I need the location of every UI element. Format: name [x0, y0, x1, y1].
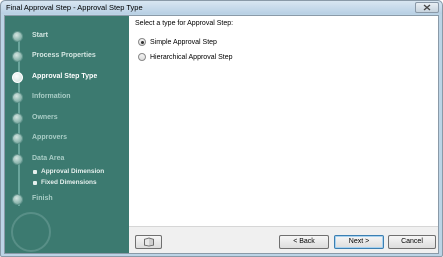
- substep-label: Approval Dimension: [41, 168, 105, 175]
- step-process-properties: Process Properties: [5, 49, 129, 63]
- step-start: Start: [5, 29, 129, 43]
- dialog-body: Start Process Properties Approval Step T…: [4, 15, 439, 254]
- step-data-area: Data Area: [5, 152, 129, 166]
- window-title: Final Approval Step - Approval Step Type: [6, 3, 143, 12]
- step-indicator-icon: [12, 113, 23, 124]
- step-approval-step-type: Approval Step Type: [5, 70, 129, 84]
- step-current-icon: [12, 72, 23, 83]
- book-icon: [143, 237, 154, 247]
- decorative-swirl-icon: [11, 212, 51, 252]
- step-indicator-icon: [12, 51, 23, 62]
- step-label: Information: [32, 93, 71, 100]
- step-label: Owners: [32, 114, 58, 121]
- step-label: Process Properties: [32, 52, 96, 59]
- title-bar: Final Approval Step - Approval Step Type: [1, 1, 442, 14]
- radio-button[interactable]: [138, 38, 146, 46]
- main-content: Select a type for Approval Step: Simple …: [129, 16, 438, 226]
- step-label: Finish: [32, 195, 53, 202]
- step-finish: Finish: [5, 192, 129, 206]
- wizard-steps-panel: Start Process Properties Approval Step T…: [5, 16, 129, 253]
- step-prompt: Select a type for Approval Step:: [135, 20, 234, 27]
- step-indicator-icon: [12, 92, 23, 103]
- step-information: Information: [5, 90, 129, 104]
- help-button[interactable]: [135, 235, 162, 249]
- step-label: Data Area: [32, 155, 65, 162]
- step-label: Start: [32, 32, 48, 39]
- bullet-icon: [33, 170, 37, 174]
- dialog-window: Final Approval Step - Approval Step Type…: [0, 0, 443, 257]
- step-indicator-icon: [12, 31, 23, 42]
- close-button[interactable]: [415, 2, 439, 13]
- substep-approval-dimension: Approval Dimension: [5, 167, 129, 177]
- bullet-icon: [33, 181, 37, 185]
- radio-label[interactable]: Simple Approval Step: [150, 39, 217, 46]
- close-icon: [423, 4, 431, 11]
- option-simple-approval-step[interactable]: Simple Approval Step: [138, 37, 217, 47]
- radio-button[interactable]: [138, 53, 146, 61]
- step-indicator-icon: [12, 133, 23, 144]
- next-button[interactable]: Next >: [334, 235, 384, 249]
- step-approvers: Approvers: [5, 131, 129, 145]
- step-owners: Owners: [5, 111, 129, 125]
- step-label: Approvers: [32, 134, 68, 141]
- option-hierarchical-approval-step[interactable]: Hierarchical Approval Step: [138, 52, 233, 62]
- step-indicator-icon: [12, 194, 23, 205]
- step-label: Approval Step Type: [32, 73, 98, 80]
- radio-label[interactable]: Hierarchical Approval Step: [150, 54, 233, 61]
- button-bar: < Back Next > Cancel: [129, 226, 438, 253]
- step-indicator-icon: [12, 154, 23, 165]
- substep-fixed-dimensions: Fixed Dimensions: [5, 178, 129, 188]
- back-button[interactable]: < Back: [279, 235, 329, 249]
- cancel-button[interactable]: Cancel: [388, 235, 436, 249]
- substep-label: Fixed Dimensions: [41, 179, 97, 186]
